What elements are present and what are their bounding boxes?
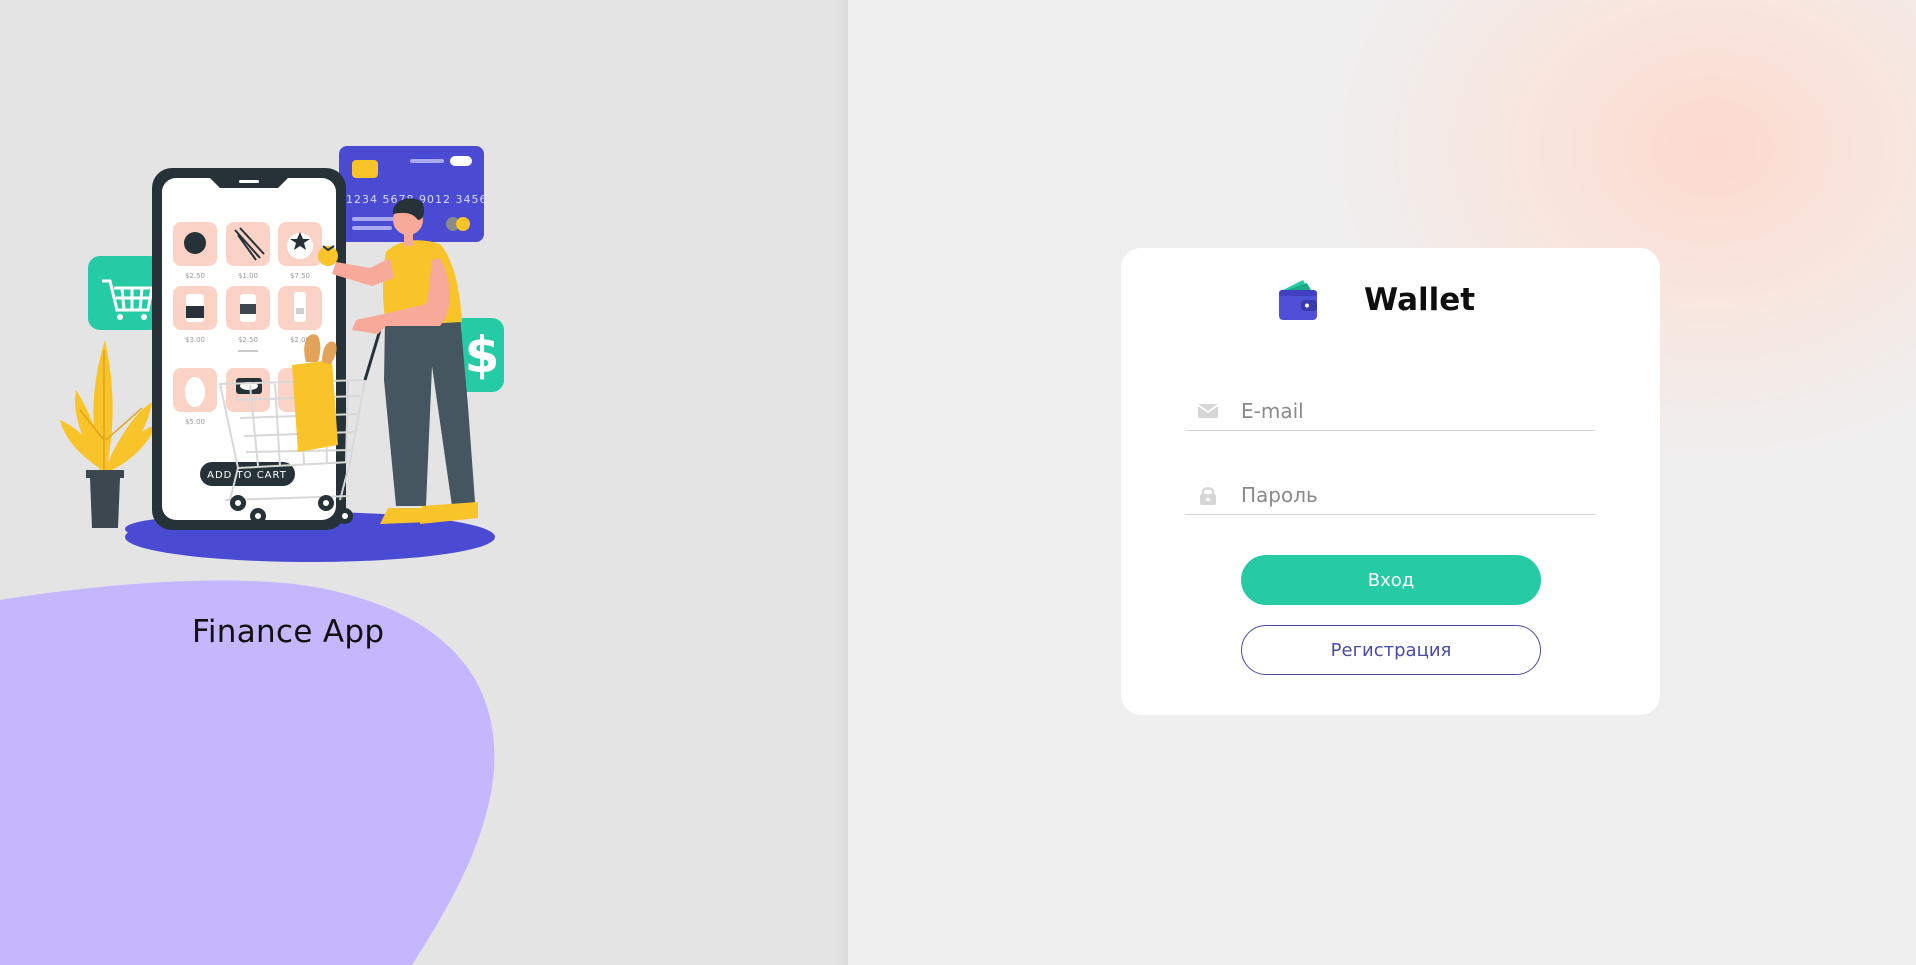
app-name: Finance App — [192, 614, 385, 650]
login-card: Wallet Вход Регистрация — [1121, 248, 1660, 715]
email-field — [1185, 392, 1595, 431]
price-2: $1.00 — [238, 272, 258, 280]
price-4: $3.00 — [185, 336, 205, 344]
dollar-sign: $ — [465, 326, 500, 384]
left-panel: 1234 5678 9012 3456 $ $2.50 $1.00 $7.50 — [0, 0, 848, 965]
envelope-icon — [1197, 404, 1219, 418]
email-input[interactable] — [1241, 396, 1591, 426]
price-1: $2.50 — [185, 272, 205, 280]
price-3: $7.50 — [290, 272, 310, 280]
card-header: Wallet — [1121, 278, 1660, 324]
price-7: $5.00 — [185, 418, 205, 426]
password-field — [1185, 476, 1595, 515]
add-to-cart-label: ADD TO CART — [207, 470, 287, 481]
card-title: Wallet — [1364, 282, 1476, 318]
person-pants — [384, 316, 475, 506]
password-input[interactable] — [1241, 480, 1591, 510]
register-button[interactable]: Регистрация — [1241, 625, 1541, 675]
wallet-icon — [1279, 280, 1317, 320]
lock-icon — [1200, 487, 1216, 505]
login-button[interactable]: Вход — [1241, 555, 1541, 605]
panel-divider — [834, 0, 848, 965]
price-5: $2.50 — [238, 336, 258, 344]
shopping-illustration: 1234 5678 9012 3456 $ $2.50 $1.00 $7.50 — [60, 146, 504, 562]
